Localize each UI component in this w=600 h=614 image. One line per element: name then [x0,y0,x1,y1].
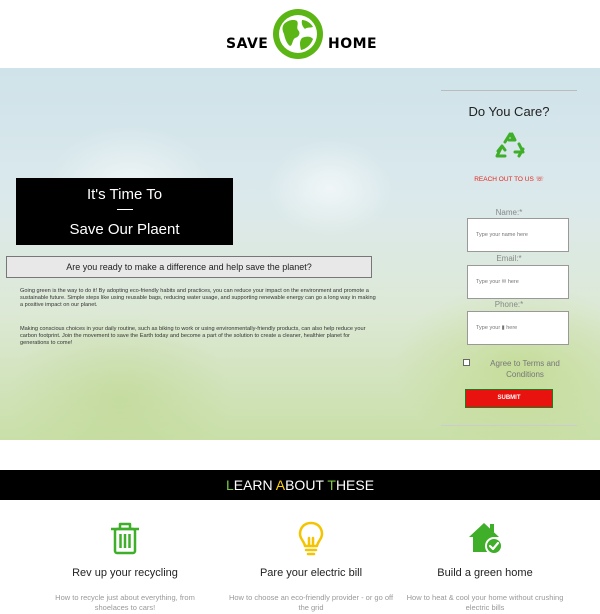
globe-icon[interactable] [272,8,324,60]
feature-description: How to choose an eco-friendly provider -… [228,593,394,612]
phone-icon: ☏ [535,176,544,183]
brand-home: HOME [328,36,378,52]
phone-field[interactable] [467,311,569,345]
reach-out-label: REACH OUT TO US [474,176,534,183]
form-heading: Do You Care? [468,104,550,119]
question-banner: Are you ready to make a difference and h… [6,256,372,278]
feature-description: How to heat & cool your home without cru… [406,593,564,612]
terms-label: Agree to Terms and Conditions [490,359,560,379]
feature-title: Rev up your recycling [72,567,178,579]
trash-icon [111,522,139,555]
hero-title-line2: Save Our Plaent [69,221,180,238]
form-divider-top [441,90,577,91]
learn-letter-l: L [225,477,234,493]
green-home-icon [469,523,503,555]
intro-paragraph-1: Going green is the way to do it! By adop… [20,288,376,308]
name-field[interactable] [467,218,569,252]
intro-paragraph-2: Making conscious choices in your daily r… [20,326,366,346]
email-label: Email:* [496,254,522,263]
hero-title-line1: It's Time To [86,186,163,203]
feature-title: Build a green home [437,567,533,579]
phone-label: Phone:* [494,300,524,309]
site-header: SAVE HOME [0,0,600,68]
learn-word-2: BOUT [285,477,328,493]
learn-banner: LEARN ABOUT THESE [0,470,600,500]
email-field[interactable] [467,265,569,299]
lightbulb-icon [298,521,324,556]
learn-word-1: EARN [233,477,276,493]
learn-letter-a: A [275,477,286,493]
title-divider [117,209,133,210]
form-divider-bottom [441,425,577,426]
hero-title-box: It's Time To Save Our Plaent [16,178,233,245]
feature-description: How to recycle just about everything, fr… [55,593,195,612]
submit-button[interactable]: SUBMIT [465,389,553,408]
brand-save: SAVE [226,36,269,52]
terms-checkbox[interactable] [463,359,470,366]
feature-title: Pare your electric bill [259,567,363,579]
learn-letter-t: T [327,477,336,493]
contact-form: Do You Care? REACH OUT TO US ☏ Name:* Em… [441,90,577,426]
reach-out-link[interactable]: REACH OUT TO US ☏ [441,175,577,183]
learn-word-3: HESE [335,477,375,493]
recycle-icon [495,132,525,158]
name-label: Name:* [495,208,523,217]
